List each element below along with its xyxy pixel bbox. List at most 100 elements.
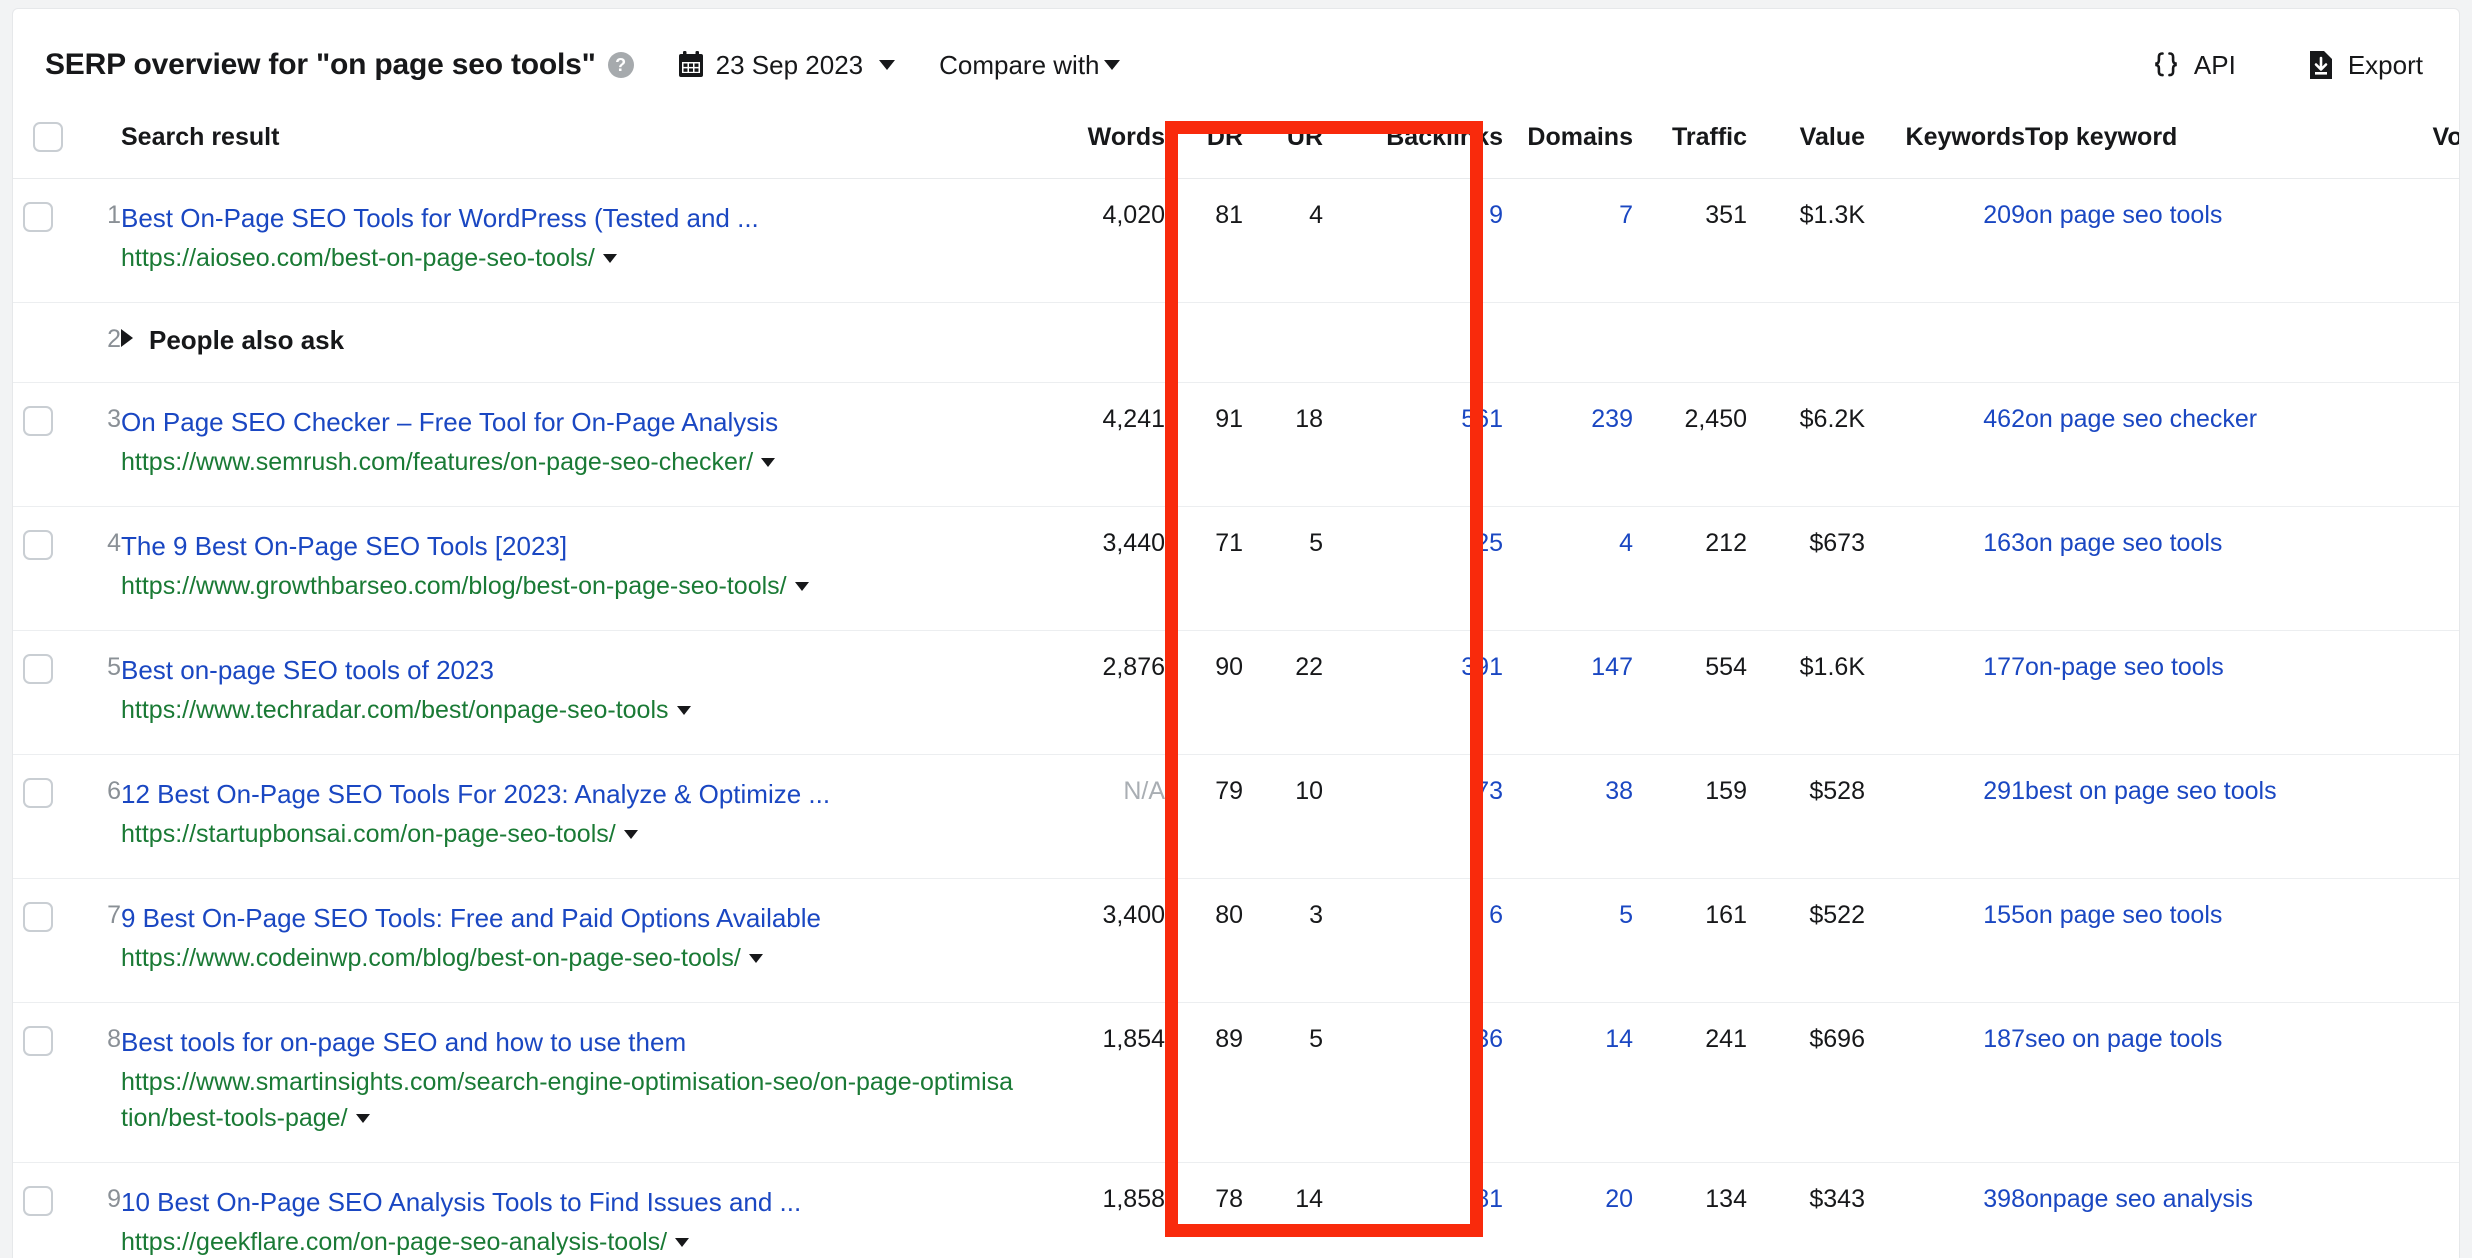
serp-feature-cell[interactable]: People also ask bbox=[121, 302, 1019, 383]
words-cell: 3,440 bbox=[1019, 506, 1165, 631]
backlinks-cell[interactable]: 36 bbox=[1323, 1002, 1503, 1163]
column-header-value[interactable]: Value bbox=[1747, 121, 1865, 179]
row-select-checkbox[interactable] bbox=[23, 530, 53, 560]
result-url[interactable]: https://aioseo.com/best-on-page-seo-tool… bbox=[121, 240, 1019, 276]
top-keyword-cell[interactable]: seo on page tools bbox=[2025, 1002, 2365, 1163]
words-value: 4,241 bbox=[1102, 405, 1165, 433]
backlinks-cell[interactable]: 391 bbox=[1323, 630, 1503, 755]
words-value: 1,854 bbox=[1102, 1025, 1165, 1053]
keywords-cell[interactable]: 462 bbox=[1865, 382, 2025, 507]
top-keyword-cell[interactable]: on page seo checker bbox=[2025, 382, 2365, 507]
chevron-down-icon[interactable] bbox=[623, 830, 638, 839]
result-title-link[interactable]: On Page SEO Checker – Free Tool for On-P… bbox=[121, 405, 1019, 439]
search-result-cell: Best on-page SEO tools of 2023 https://ww… bbox=[121, 630, 1019, 755]
domains-cell[interactable]: 147 bbox=[1503, 630, 1633, 755]
traffic-cell: 134 bbox=[1633, 1162, 1747, 1258]
backlinks-cell[interactable]: 25 bbox=[1323, 506, 1503, 631]
domains-cell[interactable]: 239 bbox=[1503, 382, 1633, 507]
top-keyword-cell[interactable]: on page seo tools bbox=[2025, 878, 2365, 1003]
top-keyword-cell[interactable]: on page seo tools bbox=[2025, 178, 2365, 303]
domains-cell[interactable]: 14 bbox=[1503, 1002, 1633, 1163]
keywords-cell[interactable]: 163 bbox=[1865, 506, 2025, 631]
result-title-link[interactable]: 12 Best On-Page SEO Tools For 2023: Anal… bbox=[121, 777, 1019, 811]
row-select-checkbox[interactable] bbox=[23, 654, 53, 684]
result-url[interactable]: https://www.growthbarseo.com/blog/best-o… bbox=[121, 568, 1019, 604]
column-header-domains[interactable]: Domains bbox=[1503, 121, 1633, 179]
date-picker[interactable]: 23 Sep 2023 bbox=[678, 50, 896, 81]
row-select-checkbox[interactable] bbox=[23, 1186, 53, 1216]
export-button[interactable]: Export bbox=[2308, 50, 2423, 81]
chevron-down-icon[interactable] bbox=[761, 458, 776, 467]
checkbox-cell bbox=[13, 382, 75, 507]
top-keyword-cell[interactable]: best on page seo tools bbox=[2025, 754, 2365, 879]
chevron-down-icon[interactable] bbox=[675, 1238, 690, 1247]
checkbox-cell bbox=[13, 302, 75, 383]
chevron-down-icon[interactable] bbox=[676, 706, 691, 715]
column-header-words[interactable]: Words bbox=[1019, 121, 1165, 179]
chevron-down-icon[interactable] bbox=[602, 254, 617, 263]
column-header-top-keyword[interactable]: Top keyword bbox=[2025, 121, 2365, 179]
search-result-cell: Best On-Page SEO Tools for WordPress (Te… bbox=[121, 178, 1019, 303]
toolbar: SERP overview for "on page seo tools" ? bbox=[13, 9, 2459, 121]
chevron-down-icon[interactable] bbox=[748, 954, 763, 963]
result-title-link[interactable]: Best On-Page SEO Tools for WordPress (Te… bbox=[121, 201, 1019, 235]
domains-cell[interactable]: 7 bbox=[1503, 178, 1633, 303]
result-url[interactable]: https://www.techradar.com/best/onpage-se… bbox=[121, 692, 1019, 728]
chevron-down-icon[interactable] bbox=[355, 1114, 370, 1123]
column-header-dr[interactable]: DR bbox=[1165, 121, 1243, 179]
row-select-checkbox[interactable] bbox=[23, 406, 53, 436]
chevron-down-icon[interactable] bbox=[794, 582, 809, 591]
keywords-cell[interactable]: 398 bbox=[1865, 1162, 2025, 1258]
row-select-checkbox[interactable] bbox=[23, 902, 53, 932]
backlinks-cell[interactable]: 561 bbox=[1323, 382, 1503, 507]
column-header-backlinks[interactable]: Backlinks bbox=[1323, 121, 1503, 179]
result-url[interactable]: https://startupbonsai.com/on-page-seo-to… bbox=[121, 816, 1019, 852]
ur-cell: 18 bbox=[1243, 382, 1323, 507]
row-select-checkbox[interactable] bbox=[23, 778, 53, 808]
result-url[interactable]: https://www.semrush.com/features/on-page… bbox=[121, 444, 1019, 480]
backlinks-cell[interactable]: 6 bbox=[1323, 878, 1503, 1003]
backlinks-cell[interactable]: 81 bbox=[1323, 1162, 1503, 1258]
domains-cell[interactable]: 20 bbox=[1503, 1162, 1633, 1258]
keywords-cell[interactable]: 291 bbox=[1865, 754, 2025, 879]
select-all-checkbox[interactable] bbox=[33, 122, 63, 152]
column-header-search-result[interactable]: Search result bbox=[121, 121, 1019, 179]
top-keyword-cell bbox=[2025, 302, 2365, 383]
keywords-cell[interactable]: 209 bbox=[1865, 178, 2025, 303]
top-keyword-cell[interactable]: on-page seo tools bbox=[2025, 630, 2365, 755]
volume-cell: 900 bbox=[2365, 382, 2459, 507]
value-cell: $6.2K bbox=[1747, 382, 1865, 507]
result-title-link[interactable]: Best tools for on-page SEO and how to us… bbox=[121, 1025, 1019, 1059]
keywords-cell[interactable]: 187 bbox=[1865, 1002, 2025, 1163]
column-header-volume[interactable]: Volume bbox=[2365, 121, 2459, 179]
backlinks-cell[interactable]: 9 bbox=[1323, 178, 1503, 303]
result-url[interactable]: https://www.smartinsights.com/search-eng… bbox=[121, 1064, 1019, 1136]
row-select-checkbox[interactable] bbox=[23, 1026, 53, 1056]
domains-cell[interactable]: 5 bbox=[1503, 878, 1633, 1003]
top-keyword-cell[interactable]: on page seo tools bbox=[2025, 506, 2365, 631]
domains-cell[interactable]: 4 bbox=[1503, 506, 1633, 631]
expand-triangle-icon[interactable] bbox=[121, 329, 133, 347]
keywords-cell[interactable]: 177 bbox=[1865, 630, 2025, 755]
result-title-link[interactable]: Best on-page SEO tools of 2023 bbox=[121, 653, 1019, 687]
result-url[interactable]: https://www.codeinwp.com/blog/best-on-pa… bbox=[121, 940, 1019, 976]
result-url[interactable]: https://geekflare.com/on-page-seo-analys… bbox=[121, 1224, 1019, 1258]
result-title-link[interactable]: 10 Best On-Page SEO Analysis Tools to Fi… bbox=[121, 1185, 1019, 1219]
question-mark-icon[interactable]: ? bbox=[607, 52, 634, 78]
result-title-link[interactable]: 9 Best On-Page SEO Tools: Free and Paid … bbox=[121, 901, 1019, 935]
row-select-checkbox[interactable] bbox=[23, 202, 53, 232]
keywords-cell[interactable]: 155 bbox=[1865, 878, 2025, 1003]
table-row: 4 The 9 Best On-Page SEO Tools [2023] http… bbox=[13, 506, 2459, 631]
result-title-link[interactable]: The 9 Best On-Page SEO Tools [2023] bbox=[121, 529, 1019, 563]
column-header-ur[interactable]: UR bbox=[1243, 121, 1323, 179]
api-button[interactable]: API bbox=[2152, 50, 2236, 81]
domains-cell[interactable]: 38 bbox=[1503, 754, 1633, 879]
chevron-down-icon bbox=[1103, 60, 1120, 70]
backlinks-cell[interactable]: 73 bbox=[1323, 754, 1503, 879]
header-row: Search result Words DR UR Backlinks Doma… bbox=[13, 121, 2459, 179]
compare-with-dropdown[interactable]: Compare with bbox=[939, 50, 1120, 81]
checkbox-cell bbox=[13, 178, 75, 303]
top-keyword-cell[interactable]: onpage seo analysis bbox=[2025, 1162, 2365, 1258]
column-header-keywords[interactable]: Keywords bbox=[1865, 121, 2025, 179]
column-header-traffic[interactable]: Traffic bbox=[1633, 121, 1747, 179]
